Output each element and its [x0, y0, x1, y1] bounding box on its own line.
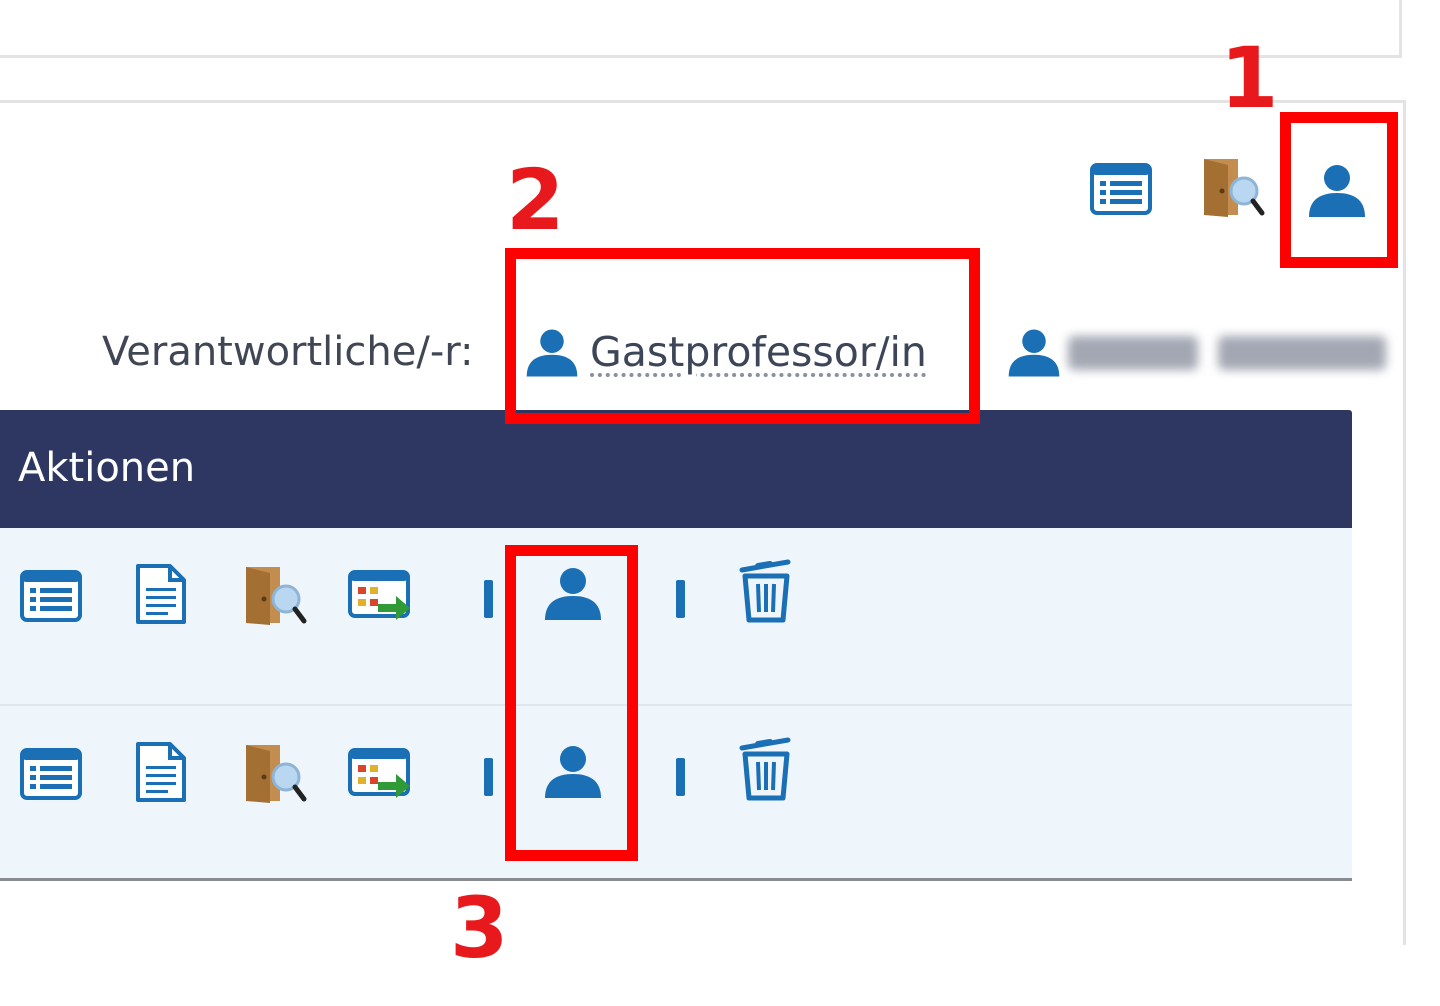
room-search-icon[interactable] — [1198, 155, 1266, 219]
room-search-icon[interactable] — [240, 740, 308, 806]
details-icon[interactable] — [20, 748, 82, 800]
export-icon[interactable] — [348, 748, 414, 802]
callout-number-3: 3 — [450, 879, 509, 977]
callout-box-1 — [1280, 112, 1398, 268]
person-icon — [1006, 326, 1062, 380]
table-row — [0, 528, 1352, 706]
separator — [676, 758, 685, 796]
responsible-label: Verantwortliche/-r: — [102, 329, 474, 375]
separator — [484, 758, 493, 796]
actions-table: Aktionen — [0, 410, 1352, 881]
document-icon[interactable] — [134, 740, 188, 804]
separator — [676, 580, 685, 618]
separator — [484, 580, 493, 618]
trash-icon[interactable] — [738, 558, 794, 624]
actions-header-label: Aktionen — [18, 445, 196, 491]
callout-box-2 — [505, 248, 980, 424]
details-icon[interactable] — [1090, 163, 1152, 215]
redacted-name — [1068, 336, 1386, 376]
top-panel — [0, 0, 1402, 58]
trash-icon[interactable] — [738, 736, 794, 802]
actions-header: Aktionen — [0, 410, 1352, 528]
callout-number-2: 2 — [506, 151, 565, 249]
details-icon[interactable] — [20, 570, 82, 622]
export-icon[interactable] — [348, 570, 414, 624]
callout-number-1: 1 — [1220, 29, 1279, 127]
table-row — [0, 706, 1352, 881]
room-search-icon[interactable] — [240, 562, 308, 628]
document-icon[interactable] — [134, 562, 188, 626]
callout-box-3 — [505, 545, 638, 861]
